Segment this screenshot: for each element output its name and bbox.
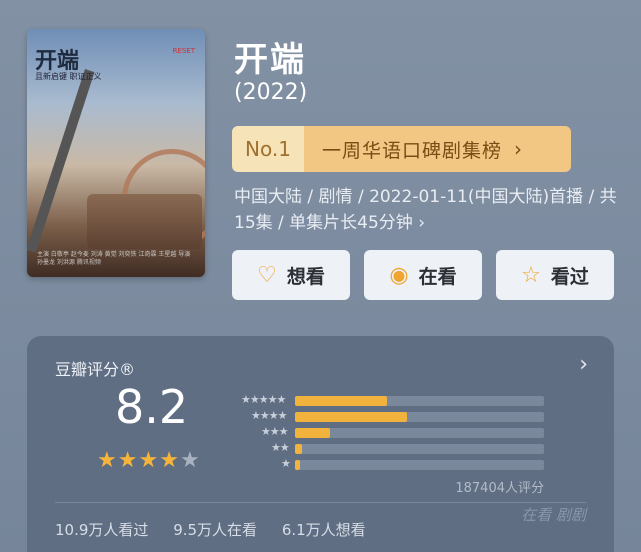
watched-label: 看过: [550, 265, 589, 288]
poster-bus: [87, 194, 202, 249]
stat-watching: 9.5万人在看: [173, 521, 258, 539]
show-meta[interactable]: 中国大陆 / 剧情 / 2022-01-11(中国大陆)首播 / 共15集 / …: [234, 184, 624, 236]
rating-stats: 10.9万人看过 9.5万人在看 6.1万人想看: [55, 519, 386, 540]
watermark: 在看 剧剧: [521, 506, 586, 524]
meta-text: 中国大陆 / 剧情 / 2022-01-11(中国大陆)首播 / 共15集 / …: [234, 187, 617, 233]
distribution-fill: [295, 460, 300, 470]
poster-credits: 主演 白敬亭 赵今麦 刘涛 黄觉 刘奕铁 江奇霖 王星越 导演 孙墨龙 刘洪源 …: [37, 251, 191, 266]
action-buttons: ♡ 想看 ◉ 在看 ☆ 看过: [232, 250, 614, 300]
distribution-stars: ★★: [271, 441, 290, 454]
heart-plus-icon: ♡: [257, 262, 277, 288]
distribution-track: [295, 460, 544, 470]
poster-pole: [27, 69, 95, 253]
watching-label: 在看: [418, 265, 457, 288]
watching-button[interactable]: ◉ 在看: [364, 250, 482, 300]
distribution-track: [295, 396, 544, 406]
watched-button[interactable]: ☆ 看过: [496, 250, 614, 300]
poster-subtitle: 且新启键 职证正义: [35, 72, 102, 81]
radio-dot-icon: ◉: [389, 262, 409, 288]
star-outline-icon: ☆: [521, 262, 541, 288]
distribution-track: [295, 412, 544, 422]
want-to-watch-button[interactable]: ♡ 想看: [232, 250, 350, 300]
want-to-watch-label: 想看: [286, 265, 325, 288]
distribution-fill: [295, 444, 303, 454]
divider: [55, 502, 586, 503]
distribution-stars: ★★★★: [251, 409, 287, 422]
stat-watched: 10.9万人看过: [55, 521, 149, 539]
distribution-stars: ★★★★★: [241, 393, 286, 406]
rating-distribution: ★★★★★ ★★★★ ★★★ ★★ ★: [223, 392, 545, 472]
distribution-fill: [295, 412, 408, 422]
poster-tag: RESET: [172, 47, 195, 55]
rank-label: 一周华语口碑剧集榜: [322, 139, 503, 162]
distribution-track: [295, 444, 544, 454]
star-icon: ★: [159, 448, 180, 473]
distribution-fill: [295, 396, 388, 406]
release-year: (2022): [234, 80, 308, 105]
rating-score: 8.2: [115, 380, 189, 434]
distribution-track: [295, 428, 544, 438]
chevron-right-icon[interactable]: ›: [579, 352, 588, 377]
distribution-row: ★: [223, 456, 545, 472]
distribution-row: ★★★★: [223, 408, 545, 424]
distribution-row: ★★★★★: [223, 392, 545, 408]
distribution-row: ★★★: [223, 424, 545, 440]
stat-want: 6.1万人想看: [281, 521, 366, 539]
rank-number: No.1: [232, 126, 304, 172]
rating-stars: ★★★★★: [97, 448, 201, 473]
distribution-stars: ★★★: [261, 425, 289, 438]
chevron-right-icon: ›: [418, 213, 426, 233]
rank-banner[interactable]: No.1 一周华语口碑剧集榜 ›: [232, 126, 571, 172]
star-icon: ★: [179, 448, 201, 473]
star-icon: ★: [117, 448, 139, 473]
distribution-row: ★★: [223, 440, 545, 456]
chevron-right-icon: ›: [514, 137, 524, 161]
rating-title: 豆瓣评分®: [55, 360, 136, 379]
rating-count: 187404人评分: [455, 481, 544, 496]
star-icon: ★: [138, 448, 160, 473]
star-icon: ★: [97, 448, 118, 473]
page-title: 开端: [234, 40, 306, 80]
distribution-fill: [295, 428, 330, 438]
poster-image[interactable]: 开端 且新启键 职证正义 RESET 主演 白敬亭 赵今麦 刘涛 黄觉 刘奕铁 …: [27, 29, 205, 277]
rating-card[interactable]: 豆瓣评分® › 8.2 ★★★★★ ★★★★★ ★★★★ ★★★ ★★ ★ 187404…: [27, 336, 614, 552]
rank-label-wrap: 一周华语口碑剧集榜 ›: [304, 126, 571, 172]
distribution-stars: ★: [281, 457, 291, 470]
